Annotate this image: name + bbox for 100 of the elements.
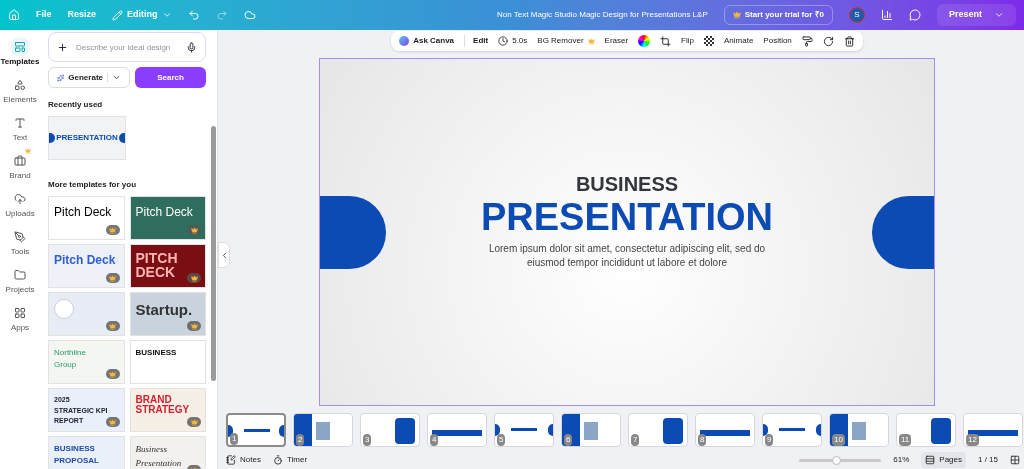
edit-button[interactable]: Edit xyxy=(464,35,489,47)
page-thumbnail[interactable]: 2 xyxy=(293,413,353,447)
rail-icon xyxy=(14,231,26,243)
search-button[interactable]: Search xyxy=(135,67,206,88)
crown-icon xyxy=(109,274,116,282)
page-thumbnail[interactable]: 10 xyxy=(829,413,889,447)
side-tab-shape[interactable] xyxy=(872,196,934,269)
pencil-icon xyxy=(112,9,124,21)
template-thumbnail[interactable]: Pitch Deck xyxy=(48,244,125,288)
slide-title[interactable]: PRESENTATION xyxy=(480,194,774,242)
rail-icon xyxy=(14,193,26,205)
bg-remover-button[interactable]: BG Remover xyxy=(537,35,595,47)
template-thumbnail[interactable]: Business Presentation xyxy=(129,436,206,469)
pages-button[interactable]: Pages xyxy=(921,452,966,468)
page-number: 10 xyxy=(832,434,845,446)
page-number: 8 xyxy=(698,434,707,446)
section-heading: More templates for you xyxy=(48,179,137,191)
template-thumbnail[interactable]: BUSINESS xyxy=(129,340,206,384)
template-title: BUSINESS PROPOSAL xyxy=(54,443,100,467)
trial-button[interactable]: Start your trial for ₹0 xyxy=(723,5,833,25)
template-title: BUSINESS xyxy=(135,347,177,359)
page-thumbnail[interactable]: 7 xyxy=(628,413,688,447)
page-number: 9 xyxy=(765,434,774,446)
search-box[interactable]: Describe your ideal design xyxy=(48,32,206,62)
cloud-icon[interactable] xyxy=(243,9,256,21)
color-wheel-icon[interactable] xyxy=(638,35,651,47)
user-avatar[interactable]: S xyxy=(848,7,865,23)
rail-icon xyxy=(14,41,26,53)
template-thumbnail[interactable]: PITCH DECK xyxy=(129,244,206,288)
rotate-icon[interactable] xyxy=(822,35,834,47)
zoom-slider[interactable] xyxy=(799,458,882,462)
side-tab-shape[interactable] xyxy=(320,196,386,269)
page-thumbnail[interactable]: 8 xyxy=(695,413,755,447)
trash-icon[interactable] xyxy=(843,35,855,47)
timer-icon xyxy=(272,455,283,465)
page-thumbnail[interactable]: 6 xyxy=(561,413,621,447)
zoom-reading: 61% xyxy=(893,454,910,466)
grid-view-icon[interactable] xyxy=(1010,455,1020,465)
rail-item[interactable]: Brand xyxy=(9,152,31,182)
rail-item[interactable]: Apps xyxy=(10,304,30,334)
undo-icon[interactable] xyxy=(187,9,200,21)
rail-item[interactable]: Text xyxy=(11,114,29,144)
template-thumbnail[interactable]: Pitch Deck xyxy=(48,196,125,240)
rail-item[interactable]: Tools xyxy=(10,228,30,258)
crown-icon xyxy=(109,370,116,378)
ask-canva-button[interactable]: Ask Canva xyxy=(399,35,455,47)
notes-button[interactable]: Notes xyxy=(226,454,261,466)
crop-icon[interactable] xyxy=(660,35,672,47)
chart-icon[interactable] xyxy=(880,9,893,21)
pages-icon xyxy=(925,455,936,465)
present-button[interactable]: Present xyxy=(936,4,1016,26)
rail-item[interactable]: Uploads xyxy=(5,190,35,220)
page-number: 4 xyxy=(430,434,439,446)
comment-icon[interactable] xyxy=(908,9,921,21)
slide-body[interactable]: Lorem ipsum dolor sit amet, consectetur adipiscing elit, sed do eiusmod tempor incididunt ut labore et dolore xyxy=(482,241,772,270)
template-thumbnail[interactable]: BUSINESS PROPOSAL xyxy=(48,436,125,469)
rail-item[interactable]: Templates xyxy=(0,38,40,68)
page-number: 2 xyxy=(296,434,305,446)
search-field[interactable]: Describe your ideal design xyxy=(76,33,178,61)
rail-item[interactable]: Elements xyxy=(3,76,37,106)
page-thumbnail[interactable]: 4 xyxy=(427,413,487,447)
plus-icon[interactable] xyxy=(57,41,68,53)
crown-icon xyxy=(109,226,116,234)
page-thumbnail[interactable]: 1 xyxy=(226,413,286,447)
page-number: 5 xyxy=(497,434,506,446)
crown-icon xyxy=(24,148,31,154)
rail-item[interactable]: Projects xyxy=(5,266,35,296)
timer-button[interactable]: Timer xyxy=(272,454,308,466)
template-thumbnail[interactable]: Startup. xyxy=(129,292,206,336)
clock-icon xyxy=(498,36,509,46)
generate-button[interactable]: Generate xyxy=(48,67,130,88)
slide-canvas[interactable]: BUSINESS PRESENTATION Lorem ipsum dolor sit amet, consectetur adipiscing elit, sed do eiusmod tempor incididunt ut labore et dolore xyxy=(319,58,935,406)
paint-roller-icon[interactable] xyxy=(801,35,813,47)
duration-button[interactable]: 5.0s xyxy=(498,35,528,47)
collapse-panel-handle[interactable] xyxy=(218,242,230,268)
template-thumbnail[interactable]: BRAND STRATEGY xyxy=(129,388,206,432)
transparency-icon[interactable] xyxy=(704,36,714,46)
page-thumbnail[interactable]: 12 xyxy=(963,413,1023,447)
page-number: 11 xyxy=(899,434,912,446)
page-thumbnail[interactable]: 5 xyxy=(494,413,554,447)
template-thumbnail[interactable]: Pitch Deck xyxy=(129,196,206,240)
page-count: 1 / 15 xyxy=(978,454,998,466)
page-thumbnail[interactable]: 9 xyxy=(762,413,822,447)
template-thumbnail[interactable] xyxy=(48,292,125,336)
microphone-icon[interactable] xyxy=(186,41,197,53)
zoom-slider-thumb[interactable] xyxy=(832,455,842,465)
template-title: Startup. xyxy=(135,300,190,320)
page-thumbnail[interactable]: 3 xyxy=(360,413,420,447)
animate-button[interactable]: Animate xyxy=(724,35,754,47)
chevron-down-icon xyxy=(161,10,172,20)
page-number: 12 xyxy=(966,434,979,446)
slide-kicker[interactable]: BUSINESS xyxy=(575,174,679,195)
document-title[interactable]: Non Text Magic Studio Magic Design for Presentations L&P xyxy=(497,9,708,21)
position-button[interactable]: Position xyxy=(763,35,792,47)
page-thumbnail[interactable]: 11 xyxy=(896,413,956,447)
sparkles-icon xyxy=(57,72,65,83)
template-thumbnail[interactable]: PRESENTATION xyxy=(48,116,126,160)
eraser-button[interactable]: Eraser xyxy=(604,35,629,47)
template-title: Northline Group xyxy=(54,347,87,371)
flip-button[interactable]: Flip xyxy=(681,35,694,47)
